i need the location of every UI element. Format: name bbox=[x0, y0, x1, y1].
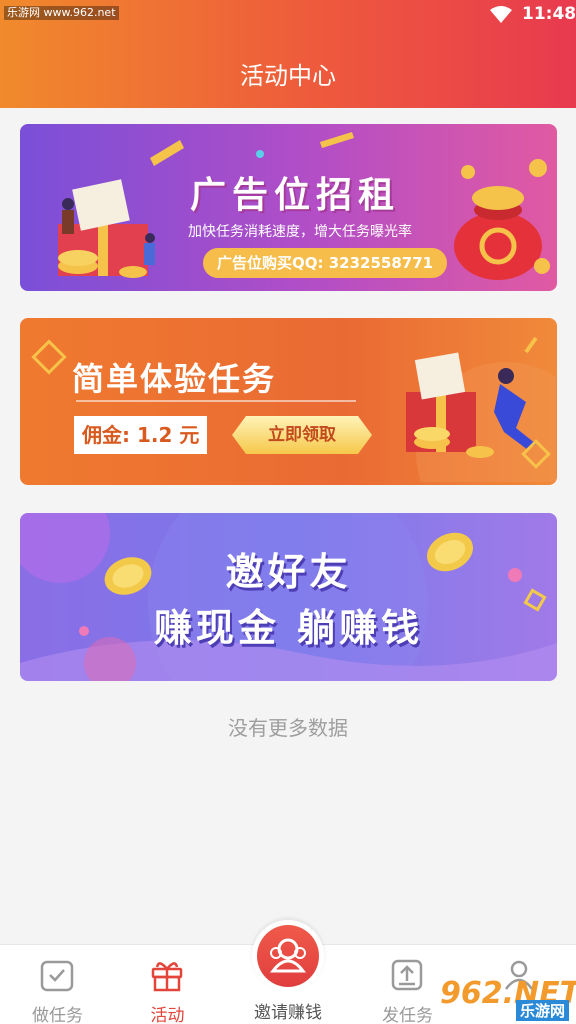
no-more-data-label: 没有更多数据 bbox=[228, 716, 348, 740]
ribbon-decoration bbox=[150, 132, 354, 166]
page-title: 活动中心 bbox=[240, 62, 336, 90]
tab-do-task[interactable]: 做任务 bbox=[0, 945, 115, 1024]
invite-earn-label: 邀请赚钱 bbox=[254, 1003, 322, 1023]
commission-label: 佣金: 1.2 元 bbox=[74, 416, 208, 454]
invite-headline: 邀好友 bbox=[225, 550, 352, 594]
wifi-icon bbox=[490, 6, 512, 23]
tab-label: 做任务 bbox=[32, 1006, 83, 1024]
watermark-logo: 962.NET 乐游网 bbox=[440, 974, 576, 1024]
app-header: 乐游网 www.962.net 11:48 活动中心 bbox=[0, 0, 576, 108]
task-title: 简单体验任务 bbox=[72, 360, 277, 398]
upload-doc-icon bbox=[391, 959, 423, 991]
ad-title: 广告位招租 bbox=[190, 175, 401, 216]
users-icon bbox=[269, 938, 307, 973]
status-bar: 乐游网 www.962.net 11:48 bbox=[0, 0, 576, 30]
money-bag-illustration bbox=[454, 159, 550, 280]
invite-earn-button[interactable] bbox=[252, 920, 324, 992]
task-banner[interactable]: 简单体验任务 佣金: 1.2 元 立即领取 bbox=[20, 318, 557, 485]
tab-label: 活动 bbox=[150, 1006, 185, 1024]
task-divider bbox=[76, 400, 356, 402]
ad-contact-pill: 广告位购买QQ: 3232558771 bbox=[203, 248, 448, 278]
diamond-decoration bbox=[31, 339, 67, 375]
invite-earn-circle bbox=[257, 925, 319, 987]
clipboard-check-icon bbox=[40, 960, 74, 992]
gift-box-illustration bbox=[58, 179, 155, 278]
watermark-site: 乐游网 bbox=[516, 1000, 570, 1021]
ad-banner[interactable]: 广告位招租 加快任务消耗速度，增大任务曝光率 广告位购买QQ: 32325587… bbox=[20, 124, 557, 291]
claim-now-button[interactable]: 立即领取 bbox=[232, 416, 372, 454]
invite-subheadline: 赚现金 躺赚钱 bbox=[153, 606, 424, 650]
invite-banner[interactable]: 邀好友 赚现金 躺赚钱 bbox=[20, 513, 557, 681]
ad-subtitle: 加快任务消耗速度，增大任务曝光率 bbox=[188, 224, 412, 240]
diamond-decoration-right bbox=[521, 439, 551, 469]
clock: 11:48 bbox=[522, 4, 576, 24]
gift-icon bbox=[151, 962, 183, 992]
watermark-label: 乐游网 www.962.net bbox=[4, 6, 119, 20]
tab-activity[interactable]: 活动 bbox=[110, 945, 225, 1024]
